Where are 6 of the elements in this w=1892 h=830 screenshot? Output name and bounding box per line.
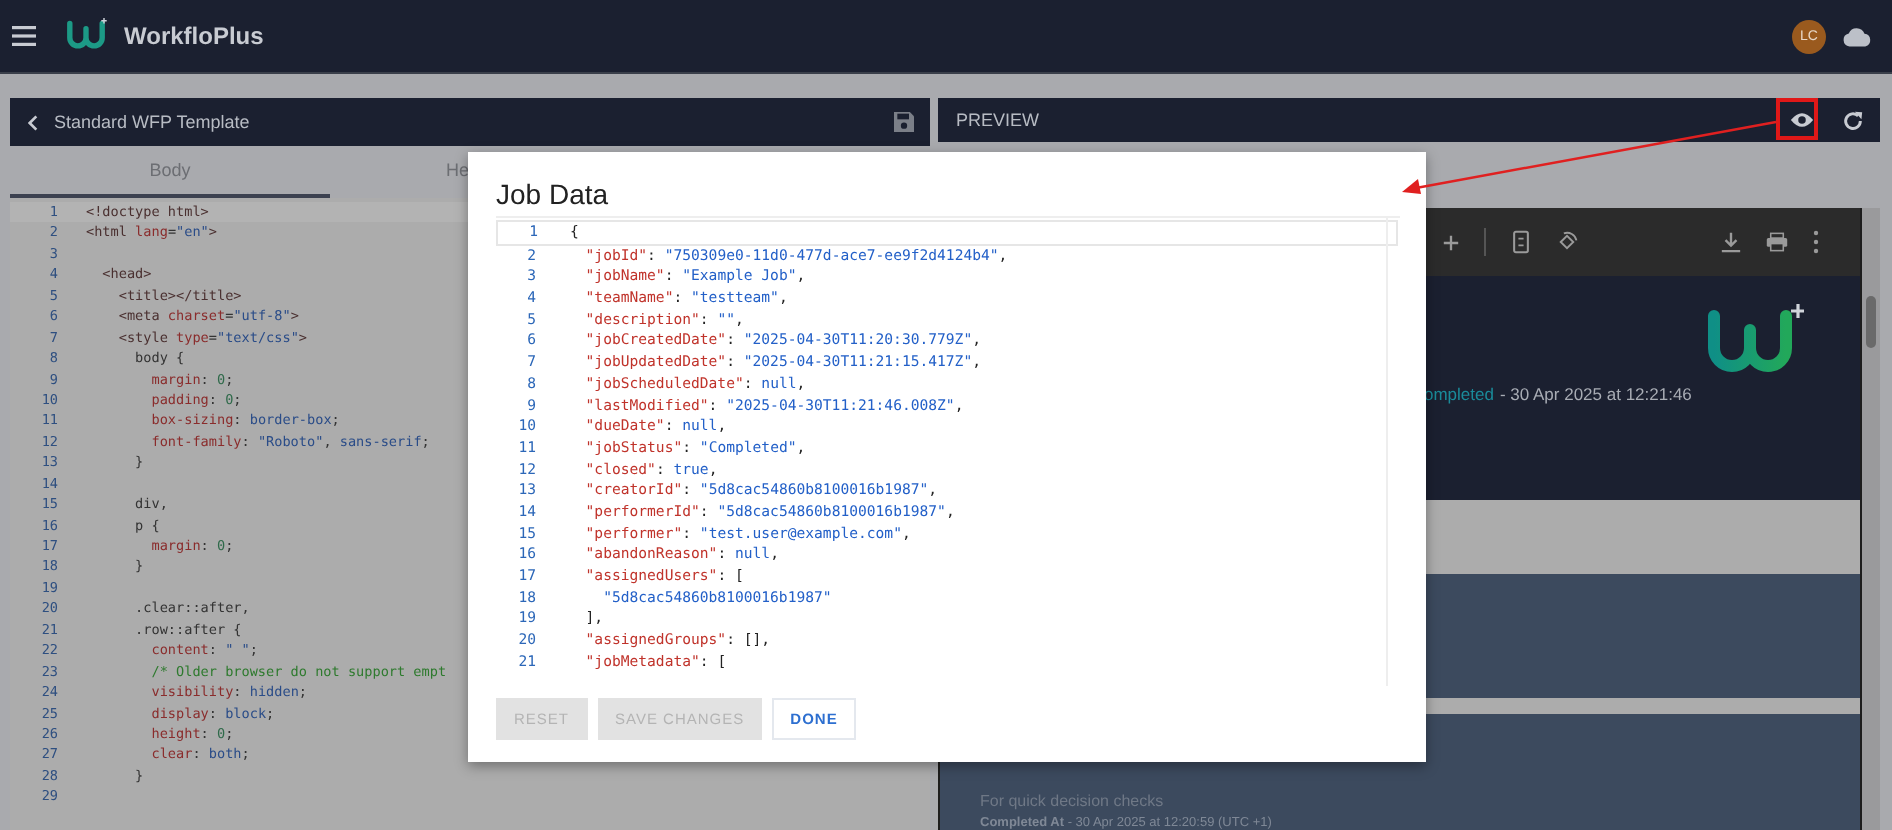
- status-time: - 30 Apr 2025 at 12:21:46: [1499, 384, 1692, 404]
- status-text: ompleted: [1424, 384, 1494, 404]
- template-title: Standard WFP Template: [54, 112, 250, 132]
- app-title: WorkfloPlus: [124, 22, 264, 50]
- preview-title: PREVIEW: [956, 110, 1040, 130]
- dialog-title: Job Data: [496, 178, 611, 214]
